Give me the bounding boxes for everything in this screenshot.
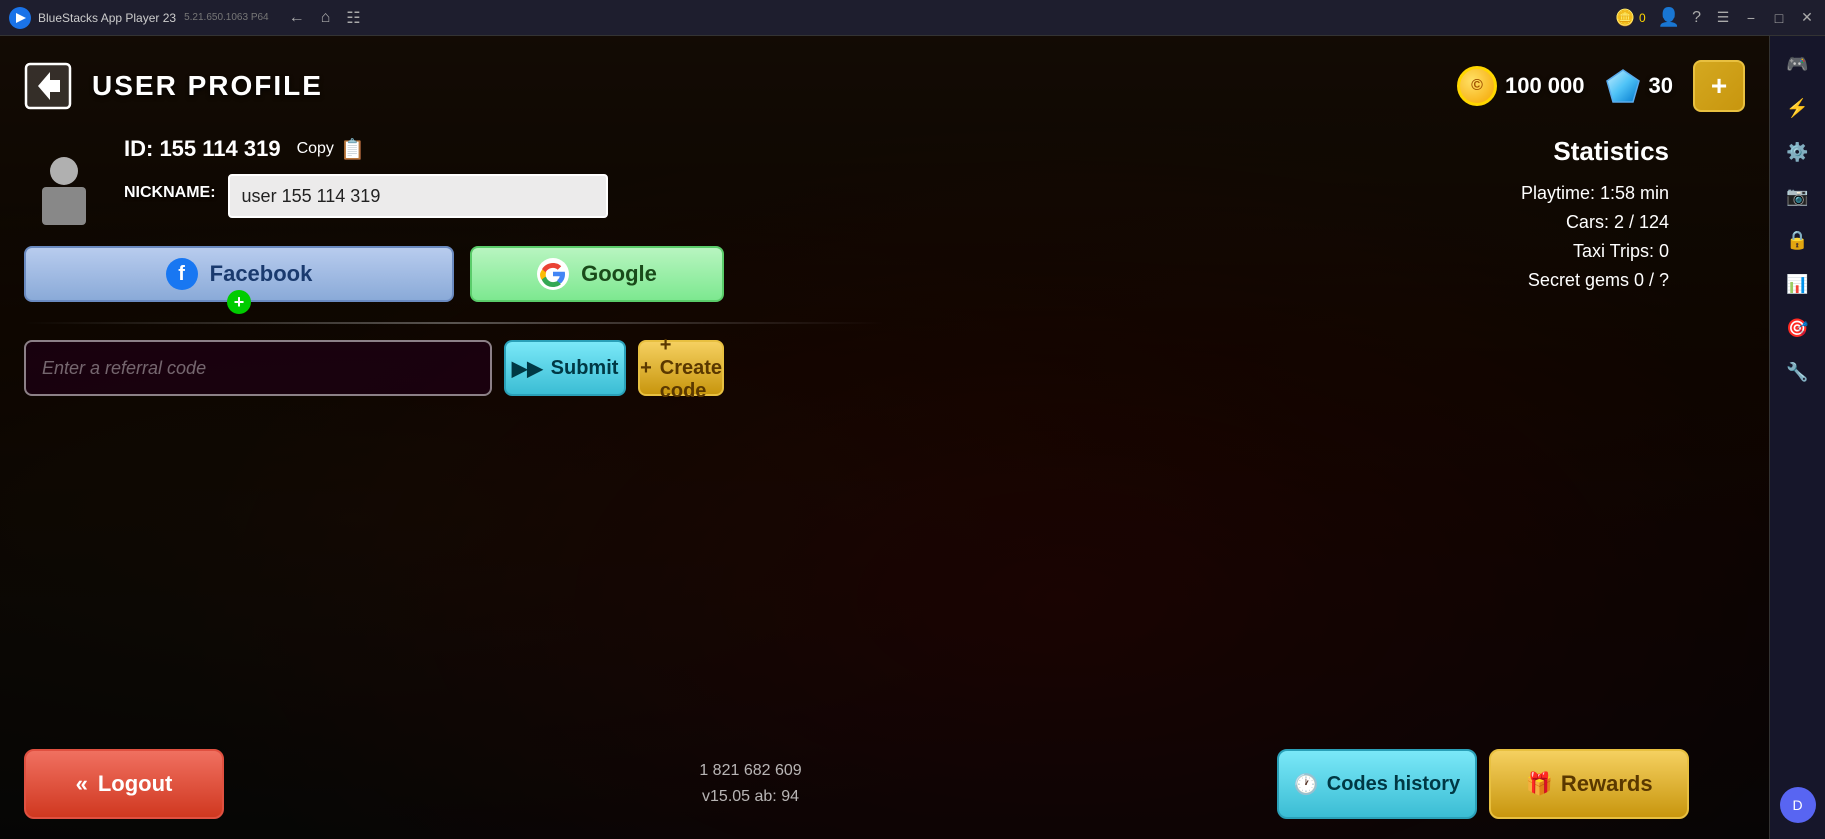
layers-nav-icon[interactable]: ☷ — [346, 8, 360, 28]
stat-gems-text: Secret gems 0 / ? — [1528, 270, 1669, 291]
maximize-button[interactable]: □ — [1769, 8, 1789, 28]
bottom-area: « Logout 1 821 682 609 v15.05 ab: 94 🕐 C… — [24, 749, 1689, 819]
gem-icon — [1605, 68, 1641, 104]
facebook-label: Facebook — [210, 261, 313, 287]
facebook-plus-badge: + — [227, 290, 251, 314]
referral-code-input[interactable] — [24, 340, 492, 396]
id-row: ID: 155 114 319 Copy 📋 — [124, 136, 724, 162]
titlebar-coin-display: 🪙 0 — [1615, 8, 1646, 28]
titlebar: BlueStacks App Player 23 5.21.650.1063 P… — [0, 0, 1825, 36]
coin-icon: © — [1457, 66, 1497, 106]
profile-avatar-icon[interactable]: 👤 — [1658, 7, 1680, 28]
back-nav-icon[interactable]: ← — [289, 9, 305, 27]
page-title: USER PROFILE — [92, 70, 323, 102]
stat-taxi-text: Taxi Trips: 0 — [1573, 241, 1669, 262]
copy-icon: 📋 — [340, 137, 365, 162]
sidebar-icon-8[interactable]: 🔧 — [1778, 352, 1818, 392]
nickname-row: NICKNAME: — [124, 174, 724, 218]
sidebar-icon-5[interactable]: 🔒 — [1778, 220, 1818, 260]
create-code-plus-icon: + — [640, 357, 652, 380]
logout-label: Logout — [98, 771, 173, 797]
rewards-icon: 🎁 — [1525, 771, 1552, 797]
main-area: USER PROFILE © 100 000 — [0, 36, 1769, 839]
codes-history-label: Codes history — [1327, 773, 1460, 796]
home-nav-icon[interactable]: ⌂ — [321, 9, 331, 27]
gems-amount: 30 — [1649, 73, 1673, 99]
user-id-text: ID: 155 114 319 — [124, 136, 281, 162]
titlebar-nav: ← ⌂ ☷ — [289, 8, 361, 28]
sidebar-icon-1[interactable]: 🎮 — [1778, 44, 1818, 84]
version-info: 1 821 682 609 v15.05 ab: 94 — [224, 758, 1277, 809]
game-ui: USER PROFILE © 100 000 — [0, 36, 1769, 839]
submit-button[interactable]: ▶▶ Submit — [504, 340, 626, 396]
logout-button[interactable]: « Logout — [24, 749, 224, 819]
create-code-label: + Create code — [660, 334, 722, 403]
coins-display: © 100 000 — [1457, 66, 1585, 106]
close-button[interactable]: ✕ — [1797, 8, 1817, 28]
version-line1: 1 821 682 609 — [224, 758, 1277, 784]
sidebar-icon-6[interactable]: 📊 — [1778, 264, 1818, 304]
rewards-label: Rewards — [1561, 771, 1653, 797]
gems-display: 30 — [1605, 68, 1673, 104]
codes-history-button[interactable]: 🕐 Codes history — [1277, 749, 1477, 819]
avatar — [24, 136, 104, 226]
google-button[interactable]: Google — [470, 246, 724, 302]
back-arrow-icon — [24, 62, 72, 110]
statistics-title: Statistics — [1389, 136, 1669, 167]
titlebar-right: 🪙 0 👤 ? ☰ − □ ✕ — [1615, 7, 1817, 28]
logout-arrow-icon: « — [76, 771, 88, 797]
sidebar-icon-3[interactable]: ⚙️ — [1778, 132, 1818, 172]
minimize-button[interactable]: − — [1741, 8, 1761, 28]
submit-label: Submit — [551, 357, 619, 380]
bluestacks-logo — [8, 6, 32, 30]
coins-amount: 100 000 — [1505, 73, 1585, 99]
rewards-button[interactable]: 🎁 Rewards — [1489, 749, 1689, 819]
sidebar-icon-4[interactable]: 📷 — [1778, 176, 1818, 216]
facebook-icon: f — [166, 258, 198, 290]
titlebar-coin-amount: 0 — [1639, 11, 1646, 25]
social-buttons-row: f Facebook + Google — [24, 246, 724, 302]
back-button[interactable]: USER PROFILE — [24, 62, 323, 110]
statistics-panel: Statistics Playtime: 1:58 min Cars: 2 / … — [1389, 136, 1669, 299]
copy-label: Copy — [297, 140, 334, 158]
avatar-row: ID: 155 114 319 Copy 📋 NICKNAME: — [24, 136, 724, 226]
bluestacks-sidebar: 🎮 ⚡ ⚙️ 📷 🔒 📊 🎯 🔧 D — [1769, 36, 1825, 839]
sidebar-icon-7[interactable]: 🎯 — [1778, 308, 1818, 348]
add-currency-button[interactable]: + — [1693, 60, 1745, 112]
codes-history-icon: 🕐 — [1294, 772, 1319, 797]
titlebar-coin-icon: 🪙 — [1615, 8, 1635, 28]
section-divider — [24, 322, 884, 324]
stat-playtime-text: Playtime: 1:58 min — [1521, 183, 1669, 204]
sidebar-icon-2[interactable]: ⚡ — [1778, 88, 1818, 128]
help-icon[interactable]: ? — [1692, 9, 1701, 27]
app-title: BlueStacks App Player 23 — [38, 11, 176, 25]
stat-gems: Secret gems 0 / ? — [1389, 270, 1669, 291]
avatar-figure — [34, 151, 94, 226]
nickname-input[interactable] — [228, 174, 608, 218]
top-bar: USER PROFILE © 100 000 — [0, 36, 1769, 136]
facebook-button[interactable]: f Facebook + — [24, 246, 454, 302]
window-controls: ☰ − □ ✕ — [1713, 8, 1817, 28]
stat-playtime: Playtime: 1:58 min — [1389, 183, 1669, 204]
stat-taxi: Taxi Trips: 0 — [1389, 241, 1669, 262]
create-code-button[interactable]: + + Create code — [638, 340, 724, 396]
hamburger-button[interactable]: ☰ — [1713, 8, 1733, 28]
stat-cars: Cars: 2 / 124 — [1389, 212, 1669, 233]
nickname-label: NICKNAME: — [124, 184, 216, 202]
version-line2: v15.05 ab: 94 — [224, 784, 1277, 810]
stat-cars-text: Cars: 2 / 124 — [1566, 212, 1669, 233]
app-subtitle: 5.21.650.1063 P64 — [184, 12, 269, 23]
profile-section: ID: 155 114 319 Copy 📋 NICKNAME: f — [24, 136, 724, 396]
copy-id-button[interactable]: Copy 📋 — [297, 137, 365, 162]
submit-arrows-icon: ▶▶ — [512, 356, 543, 381]
currency-area: © 100 000 30 — [1457, 60, 1745, 112]
id-nickname-area: ID: 155 114 319 Copy 📋 NICKNAME: — [124, 136, 724, 218]
google-icon — [537, 258, 569, 290]
referral-row: ▶▶ Submit + + Create code — [24, 340, 724, 396]
google-label: Google — [581, 261, 657, 287]
discord-icon[interactable]: D — [1780, 787, 1816, 823]
